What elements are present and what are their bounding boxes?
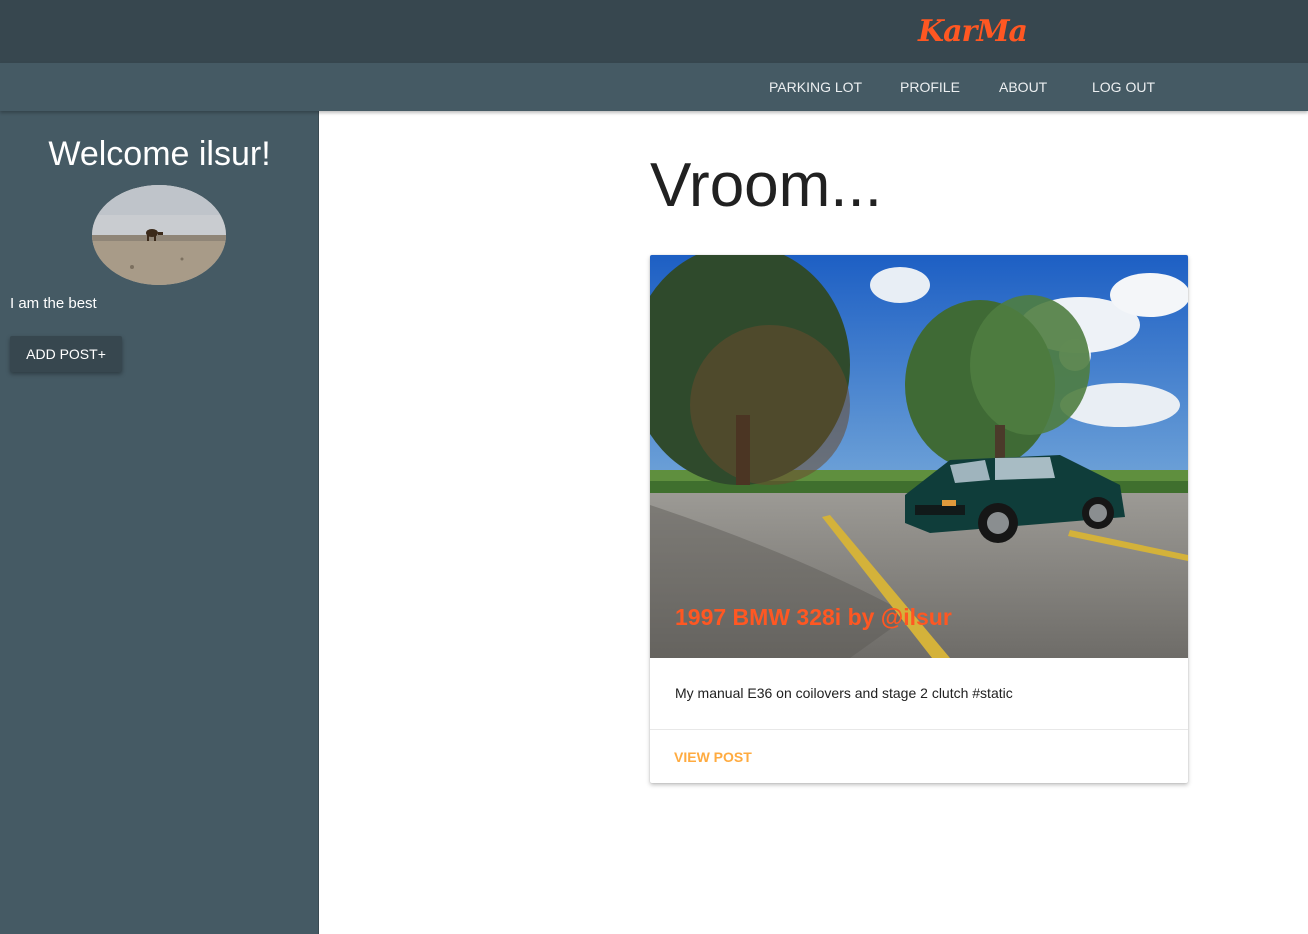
view-post-link[interactable]: VIEW POST — [674, 749, 752, 765]
nav-log-out[interactable]: LOG OUT — [1092, 79, 1155, 95]
nav-about[interactable]: ABOUT — [999, 79, 1047, 95]
post-description: My manual E36 on coilovers and stage 2 c… — [675, 685, 1013, 701]
car-photo — [650, 255, 1188, 658]
nav-parking-lot[interactable]: PARKING LOT — [769, 79, 862, 95]
welcome-heading: Welcome ilsur! — [48, 135, 271, 173]
avatar-photo — [92, 185, 226, 285]
add-post-button[interactable]: ADD POST+ — [10, 336, 122, 372]
card-divider — [650, 729, 1188, 730]
top-header-bar: KarMa — [0, 0, 1308, 63]
user-bio: I am the best — [10, 295, 97, 312]
main-navigation: PARKING LOT PROFILE ABOUT LOG OUT — [0, 63, 1308, 111]
brand-logo[interactable]: KarMa — [918, 14, 1028, 49]
post-title: 1997 BMW 328i by @ilsur — [675, 604, 952, 630]
page-title: Vroom... — [650, 151, 882, 220]
avatar — [92, 185, 226, 285]
post-card: 1997 BMW 328i by @ilsur My manual E36 on… — [650, 255, 1188, 783]
nav-profile[interactable]: PROFILE — [900, 79, 960, 95]
profile-sidebar: Welcome ilsur! I am the best ADD POST+ — [0, 111, 319, 934]
post-image[interactable]: 1997 BMW 328i by @ilsur — [650, 255, 1188, 658]
